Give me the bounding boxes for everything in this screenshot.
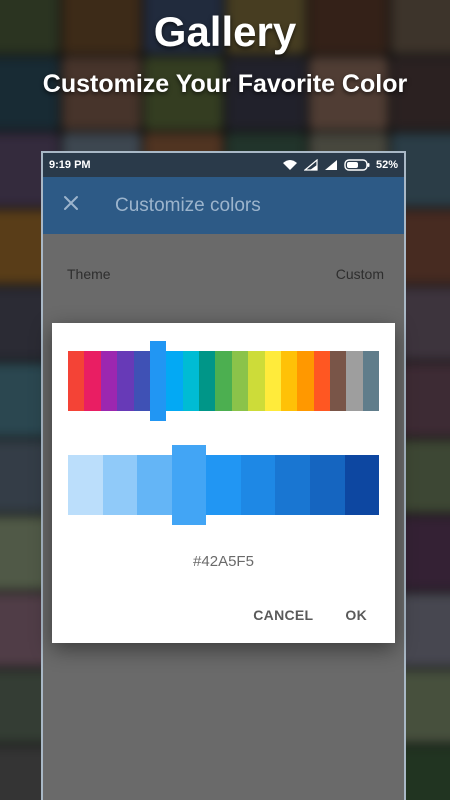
primary-color-swatch[interactable] xyxy=(330,351,347,411)
primary-color-swatch[interactable] xyxy=(215,351,232,411)
primary-color-swatch-selected[interactable] xyxy=(149,341,167,421)
primary-color-swatch[interactable] xyxy=(117,351,134,411)
battery-level: 52% xyxy=(375,159,398,171)
app-bar: Customize colors xyxy=(43,177,404,234)
ok-button[interactable]: OK xyxy=(333,599,379,631)
status-icons: 52% xyxy=(282,159,398,171)
signal-icon-2 xyxy=(324,159,338,171)
primary-color-strip xyxy=(68,341,380,421)
primary-color-swatch[interactable] xyxy=(248,351,265,411)
shade-color-swatch[interactable] xyxy=(344,455,380,515)
status-time: 9:19 PM xyxy=(49,159,91,171)
primary-color-swatch[interactable] xyxy=(68,351,85,411)
theme-value: Custom xyxy=(335,266,384,282)
primary-color-swatch[interactable] xyxy=(313,351,330,411)
battery-icon xyxy=(344,159,370,171)
status-bar: 9:19 PM 52% xyxy=(43,153,404,177)
shade-color-swatch[interactable] xyxy=(309,455,345,515)
primary-color-swatch[interactable] xyxy=(84,351,101,411)
dialog-actions: CANCEL OK xyxy=(241,599,379,631)
shade-color-strip xyxy=(68,445,380,525)
close-icon xyxy=(63,195,79,216)
shade-color-swatch[interactable] xyxy=(68,455,103,515)
color-picker-dialog: #42A5F5 CANCEL OK xyxy=(52,323,395,643)
primary-color-swatch[interactable] xyxy=(264,351,281,411)
primary-color-swatch[interactable] xyxy=(362,351,380,411)
primary-color-swatch[interactable] xyxy=(280,351,298,411)
promo-subtitle: Customize Your Favorite Color xyxy=(42,70,408,98)
app-bar-title: Customize colors xyxy=(115,194,261,216)
primary-color-swatch[interactable] xyxy=(182,351,199,411)
primary-color-swatch[interactable] xyxy=(166,351,183,411)
primary-color-swatch[interactable] xyxy=(346,351,363,411)
cancel-button[interactable]: CANCEL xyxy=(241,599,325,631)
primary-color-swatch[interactable] xyxy=(297,351,314,411)
shade-color-swatch[interactable] xyxy=(240,455,276,515)
primary-color-swatch[interactable] xyxy=(231,351,249,411)
primary-color-swatch[interactable] xyxy=(133,351,150,411)
wifi-icon xyxy=(282,159,298,171)
theme-label: Theme xyxy=(67,266,111,282)
shade-color-swatch-selected[interactable] xyxy=(171,445,207,525)
hex-value-label: #42A5F5 xyxy=(193,553,254,570)
shade-color-swatch[interactable] xyxy=(102,455,138,515)
shade-color-swatch[interactable] xyxy=(206,455,241,515)
primary-color-swatch[interactable] xyxy=(199,351,216,411)
shade-color-swatch[interactable] xyxy=(137,455,172,515)
theme-setting-row[interactable]: Theme Custom xyxy=(43,234,404,314)
promo-title: Gallery xyxy=(153,8,297,55)
primary-color-swatch[interactable] xyxy=(100,351,118,411)
close-button[interactable] xyxy=(43,177,99,234)
shade-color-swatch[interactable] xyxy=(275,455,310,515)
signal-icon xyxy=(303,159,318,171)
